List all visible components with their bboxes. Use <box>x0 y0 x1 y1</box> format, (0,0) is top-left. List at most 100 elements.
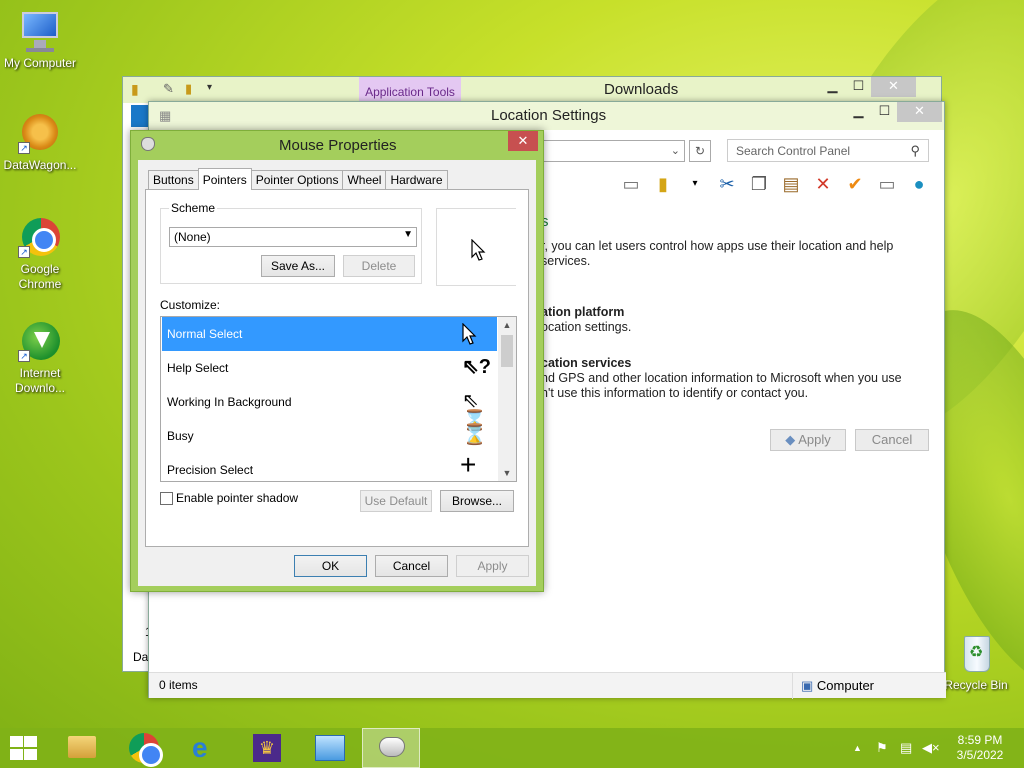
list-item[interactable]: Precision Select + <box>162 449 497 481</box>
apply-button[interactable]: Apply <box>456 555 529 577</box>
delete-button[interactable]: Delete <box>343 255 415 277</box>
minimize-button[interactable]: ▁ <box>845 102 872 122</box>
ok-button[interactable]: OK <box>294 555 367 577</box>
clock[interactable]: 8:59 PM 3/5/2022 <box>940 733 1020 763</box>
desktop-icon-recycle-bin[interactable]: Recycle Bin <box>936 632 1016 693</box>
maximize-button[interactable]: ☐ <box>871 102 898 122</box>
chevron-down-icon[interactable]: ⌄ <box>671 144 680 157</box>
refresh-button[interactable]: ↻ <box>689 140 711 162</box>
tab-pointers[interactable]: Pointers <box>197 168 252 190</box>
taskbar: e ♛ ▲ ⚑ ▤ ◀× 8:59 PM 3/5/2022 <box>0 728 1024 768</box>
tab-hardware[interactable]: Hardware <box>385 170 448 190</box>
quick-access-properties-icon[interactable]: ✎ <box>163 81 174 97</box>
desktop-icon-google-chrome[interactable]: ↗ Google Chrome <box>0 216 80 292</box>
desktop-icon-label: Recycle Bin <box>944 678 1008 692</box>
new-folder-icon[interactable]: ▮ <box>185 81 192 97</box>
volume-muted-icon[interactable]: ◀× <box>922 740 940 756</box>
paragraph-line: services. <box>541 254 591 268</box>
taskbar-chrome[interactable] <box>114 728 172 768</box>
show-hidden-icons-chevron[interactable]: ▲ <box>853 743 862 753</box>
clock-time: 8:59 PM <box>957 733 1003 747</box>
taskbar-mouse-properties[interactable] <box>362 728 420 768</box>
scheme-select[interactable]: (None) ▼ <box>169 227 417 247</box>
crosshair-cursor-icon: + <box>460 449 477 480</box>
preview-pane-icon[interactable]: ▭ <box>619 172 643 196</box>
start-button[interactable] <box>8 736 38 760</box>
windows-logo-icon <box>24 736 37 747</box>
browse-button[interactable]: Browse... <box>440 490 514 512</box>
cursor-label: Precision Select <box>167 463 254 477</box>
search-icon[interactable]: ⚲ <box>910 143 920 159</box>
copy-icon[interactable]: ❐ <box>747 172 771 196</box>
save-as-button[interactable]: Save As... <box>261 255 335 277</box>
paragraph-line: r, you can let users control how apps us… <box>541 239 894 253</box>
list-scrollbar[interactable]: ▲ ▼ <box>498 317 516 481</box>
globe-icon[interactable]: ● <box>907 172 931 196</box>
enable-pointer-shadow-checkbox[interactable] <box>160 492 173 505</box>
folder-icon: ▮ <box>131 81 139 97</box>
close-button[interactable]: ✕ <box>897 102 942 122</box>
action-center-flag-icon[interactable]: ⚑ <box>876 740 888 756</box>
windows-logo-icon <box>10 749 23 760</box>
desktop-icon-my-computer[interactable]: My Computer <box>0 10 80 71</box>
address-bar[interactable]: ⌄ <box>535 140 685 162</box>
scheme-label: Scheme <box>169 201 218 215</box>
list-item[interactable]: Help Select ⇖? <box>162 351 497 385</box>
cancel-button[interactable]: Cancel <box>375 555 448 577</box>
desktop-icon-internet-download-manager[interactable]: ↗ Internet Downlo... <box>0 320 80 396</box>
use-default-button[interactable]: Use Default <box>360 490 432 512</box>
cursor-list[interactable]: Normal Select Help Select ⇖? Working In … <box>160 316 517 482</box>
folder-icon[interactable]: ▮ <box>651 172 675 196</box>
properties-icon[interactable]: ▭ <box>875 172 899 196</box>
scroll-thumb[interactable] <box>501 335 513 367</box>
chevron-down-icon[interactable]: ▾ <box>683 172 707 196</box>
paste-icon[interactable]: ▤ <box>779 172 803 196</box>
dialog-titlebar[interactable]: Mouse Properties ✕ <box>131 131 543 159</box>
search-input[interactable]: Search Control Panel ⚲ <box>727 139 929 162</box>
downloads-titlebar[interactable]: ▮ ✎ ▮ ▾ Application Tools Downloads ▁ ☐ … <box>123 77 941 103</box>
desktop-icon-label: Internet Downlo... <box>14 366 66 395</box>
close-button[interactable]: ✕ <box>508 131 538 151</box>
windows-logo-icon <box>10 736 23 747</box>
taskbar-internet-explorer[interactable]: e <box>176 728 234 768</box>
desktop-icon-label: DataWagon... <box>3 158 77 172</box>
section-heading: s <box>541 213 549 230</box>
enable-pointer-shadow-label: Enable pointer shadow <box>176 491 299 505</box>
checkmark-icon[interactable]: ✔ <box>843 172 867 196</box>
computer-icon: ▣ <box>801 678 814 693</box>
network-icon[interactable]: ▤ <box>900 740 912 756</box>
customize-quick-access-icon[interactable]: ▾ <box>207 82 212 93</box>
datawagon-icon: ↗ <box>18 112 62 156</box>
tab-strip: Buttons Pointers Pointer Options Wheel H… <box>148 168 448 190</box>
desktop-icon-datawagon[interactable]: ↗ DataWagon... <box>0 112 80 173</box>
location-titlebar[interactable]: ▦ Location Settings ▁ ☐ ✕ <box>149 102 944 130</box>
list-item[interactable]: Busy ⌛ <box>162 419 497 453</box>
cut-icon[interactable]: ✂ <box>715 172 739 196</box>
ribbon-application-tools[interactable]: Application Tools <box>359 77 461 103</box>
search-placeholder: Search Control Panel <box>736 144 851 158</box>
taskbar-control-panel[interactable] <box>300 728 358 768</box>
shield-icon: ◆ <box>785 432 796 447</box>
control-panel-icon: ▦ <box>159 108 172 123</box>
mouse-properties-dialog[interactable]: Mouse Properties ✕ Buttons Pointers Poin… <box>130 130 544 592</box>
chevron-down-icon[interactable]: ▼ <box>403 229 413 240</box>
list-item[interactable]: Working In Background ⇖⌛ <box>162 385 497 431</box>
window-title: Location Settings <box>491 107 607 124</box>
tab-pointer-options[interactable]: Pointer Options <box>250 170 344 190</box>
location-content: s r, you can let users control how apps … <box>541 214 931 401</box>
dialog-body: Buttons Pointers Pointer Options Wheel H… <box>138 160 536 586</box>
delete-icon[interactable]: ✕ <box>811 172 835 196</box>
taskbar-trophy-app[interactable]: ♛ <box>238 728 296 768</box>
minimize-button[interactable]: ▁ <box>819 77 846 97</box>
close-button[interactable]: ✕ <box>871 77 916 97</box>
scroll-down-icon[interactable]: ▼ <box>498 465 516 481</box>
cursor-label: Working In Background <box>167 395 292 409</box>
maximize-button[interactable]: ☐ <box>845 77 872 97</box>
apply-button[interactable]: ◆ Apply <box>770 429 846 451</box>
taskbar-file-explorer[interactable] <box>52 728 110 768</box>
list-item[interactable]: Normal Select <box>162 317 497 351</box>
scroll-up-icon[interactable]: ▲ <box>498 317 516 333</box>
tab-buttons[interactable]: Buttons <box>148 170 199 190</box>
cancel-button[interactable]: Cancel <box>855 429 929 451</box>
tab-wheel[interactable]: Wheel <box>342 170 387 190</box>
